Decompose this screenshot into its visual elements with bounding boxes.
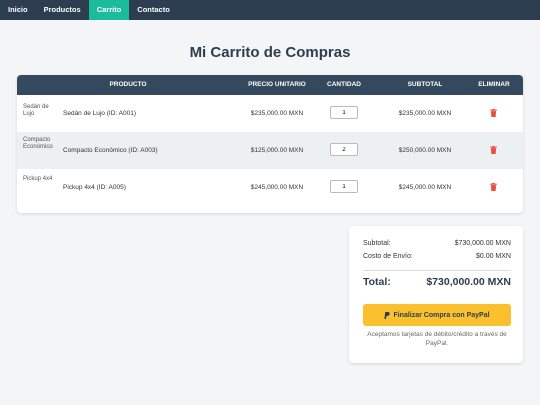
product-image: Compacto Económico (23, 137, 53, 150)
top-navbar: Inicio Productos Carrito Contacto (0, 0, 540, 20)
page-title: Mi Carrito de Compras (189, 44, 351, 61)
order-summary: Subtotal: $730,000.00 MXN Costo de Envío… (349, 226, 523, 363)
cart-table: PRODUCTO PRECIO UNITARIO CANTIDAD SUBTOT… (17, 75, 523, 213)
remove-button[interactable] (486, 106, 500, 120)
product-name: Pickup 4x4 (ID: A005) (63, 184, 126, 191)
unit-price: $245,000.00 MXN (250, 184, 304, 191)
header-remove: ELIMINAR (478, 81, 510, 88)
paypal-checkout-button[interactable]: Finalizar Compra con PayPal (363, 304, 511, 326)
cart-row: Compacto Económico Compacto Económico (I… (17, 132, 523, 169)
product-name: Compacto Económico (ID: A003) (63, 147, 158, 154)
shipping-value: $0.00 MXN (475, 253, 511, 260)
total-value: $730,000.00 MXN (426, 276, 511, 288)
unit-price: $235,000.00 MXN (250, 110, 304, 117)
paypal-icon (384, 311, 391, 319)
remove-button[interactable] (486, 143, 500, 157)
header-unit-price: PRECIO UNITARIO (248, 81, 306, 88)
paypal-button-label: Finalizar Compra con PayPal (393, 311, 490, 319)
unit-price: $125,000.00 MXN (250, 147, 304, 154)
row-subtotal: $250,000.00 MXN (398, 147, 452, 154)
subtotal-label: Subtotal: (363, 240, 391, 247)
cart-row: Sedán de Lujo Sedán de Lujo (ID: A001) $… (17, 95, 523, 132)
summary-total: Total: $730,000.00 MXN (363, 276, 511, 288)
subtotal-value: $730,000.00 MXN (454, 240, 511, 247)
nav-link-carrito[interactable]: Carrito (88, 0, 130, 20)
trash-icon (489, 146, 497, 154)
quantity-input[interactable] (330, 143, 358, 156)
header-subtotal: SUBTOTAL (407, 81, 443, 88)
trash-icon (489, 183, 497, 191)
product-image: Sedán de Lujo (23, 104, 49, 117)
remove-button[interactable] (486, 180, 500, 194)
row-subtotal: $235,000.00 MXN (398, 110, 452, 117)
row-subtotal: $245,000.00 MXN (398, 184, 452, 191)
quantity-input[interactable] (330, 106, 358, 119)
quantity-input[interactable] (330, 180, 358, 193)
shipping-label: Costo de Envío: (363, 253, 413, 260)
summary-divider (363, 270, 511, 271)
product-image: Pickup 4x4 (23, 176, 53, 182)
total-label: Total: (363, 276, 391, 288)
nav-link-productos[interactable]: Productos (36, 0, 89, 20)
header-quantity: CANTIDAD (327, 81, 361, 88)
nav-link-inicio[interactable]: Inicio (0, 0, 36, 20)
summary-shipping: Costo de Envío: $0.00 MXN (363, 253, 511, 260)
cart-table-header: PRODUCTO PRECIO UNITARIO CANTIDAD SUBTOT… (17, 75, 523, 95)
trash-icon (489, 109, 497, 117)
nav-link-contacto[interactable]: Contacto (129, 0, 178, 20)
payment-note: Aceptamos tarjetas de débito/crédito a t… (367, 331, 507, 347)
header-product: PRODUCTO (109, 81, 147, 88)
product-name: Sedán de Lujo (ID: A001) (63, 110, 136, 117)
summary-subtotal: Subtotal: $730,000.00 MXN (363, 240, 511, 247)
cart-row: Pickup 4x4 Pickup 4x4 (ID: A005) $245,00… (17, 169, 523, 206)
